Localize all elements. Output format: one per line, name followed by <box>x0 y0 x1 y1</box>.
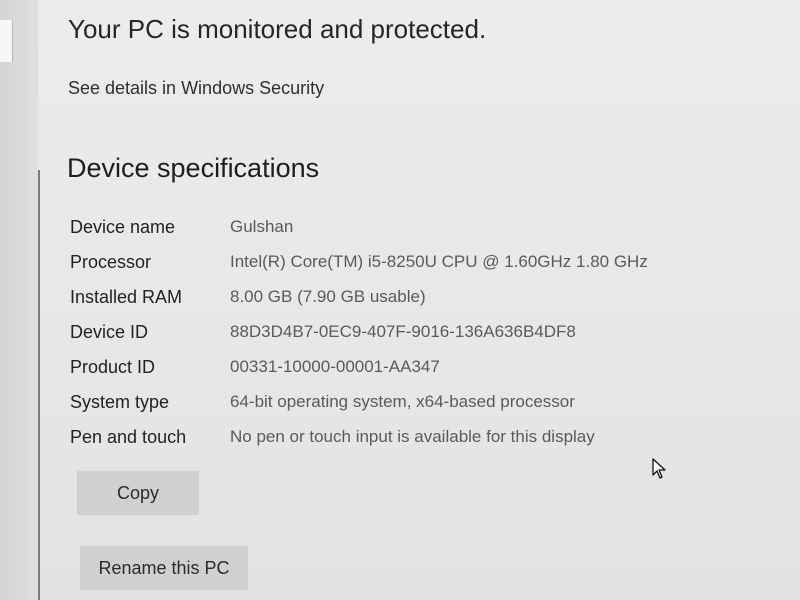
spec-label: Installed RAM <box>70 287 183 307</box>
spec-row-device-name: Device name Gulshan <box>70 217 710 247</box>
spec-value: Intel(R) Core(TM) i5-8250U CPU @ 1.60GHz… <box>230 252 648 271</box>
device-specifications-heading: Device specifications <box>67 153 320 183</box>
spec-row-product-id: Product ID 00331-10000-00001-AA347 <box>70 357 710 387</box>
settings-about-page: Your PC is monitored and protected. See … <box>0 0 800 600</box>
left-navigation-edge <box>0 0 38 600</box>
spec-label: Pen and touch <box>70 427 187 447</box>
security-status-title: Your PC is monitored and protected. <box>68 14 487 44</box>
spec-value: 64-bit operating system, x64-based proce… <box>230 392 575 411</box>
content-divider <box>38 170 40 600</box>
spec-value: No pen or touch input is available for t… <box>230 427 595 446</box>
spec-value: 8.00 GB (7.90 GB usable) <box>230 287 426 306</box>
spec-row-pen-and-touch: Pen and touch No pen or touch input is a… <box>70 427 710 457</box>
spec-value: Gulshan <box>230 217 294 236</box>
spec-label: Device name <box>70 217 176 237</box>
copy-button[interactable]: Copy <box>77 471 199 515</box>
spec-row-system-type: System type 64-bit operating system, x64… <box>70 392 710 422</box>
spec-label: Device ID <box>70 322 149 342</box>
spec-row-device-id: Device ID 88D3D4B7-0EC9-407F-9016-136A63… <box>70 322 710 352</box>
spec-label: Processor <box>70 252 152 272</box>
spec-row-installed-ram: Installed RAM 8.00 GB (7.90 GB usable) <box>70 287 710 317</box>
windows-security-link[interactable]: See details in Windows Security <box>68 78 324 99</box>
spec-row-processor: Processor Intel(R) Core(TM) i5-8250U CPU… <box>70 252 710 282</box>
spec-label: System type <box>70 392 170 412</box>
spec-value: 00331-10000-00001-AA347 <box>230 357 440 376</box>
nav-edge-tab[interactable] <box>0 20 13 62</box>
mouse-pointer-icon <box>652 458 666 479</box>
spec-value: 88D3D4B7-0EC9-407F-9016-136A636B4DF8 <box>230 322 576 341</box>
spec-label: Product ID <box>70 357 156 377</box>
rename-pc-button[interactable]: Rename this PC <box>80 546 248 590</box>
